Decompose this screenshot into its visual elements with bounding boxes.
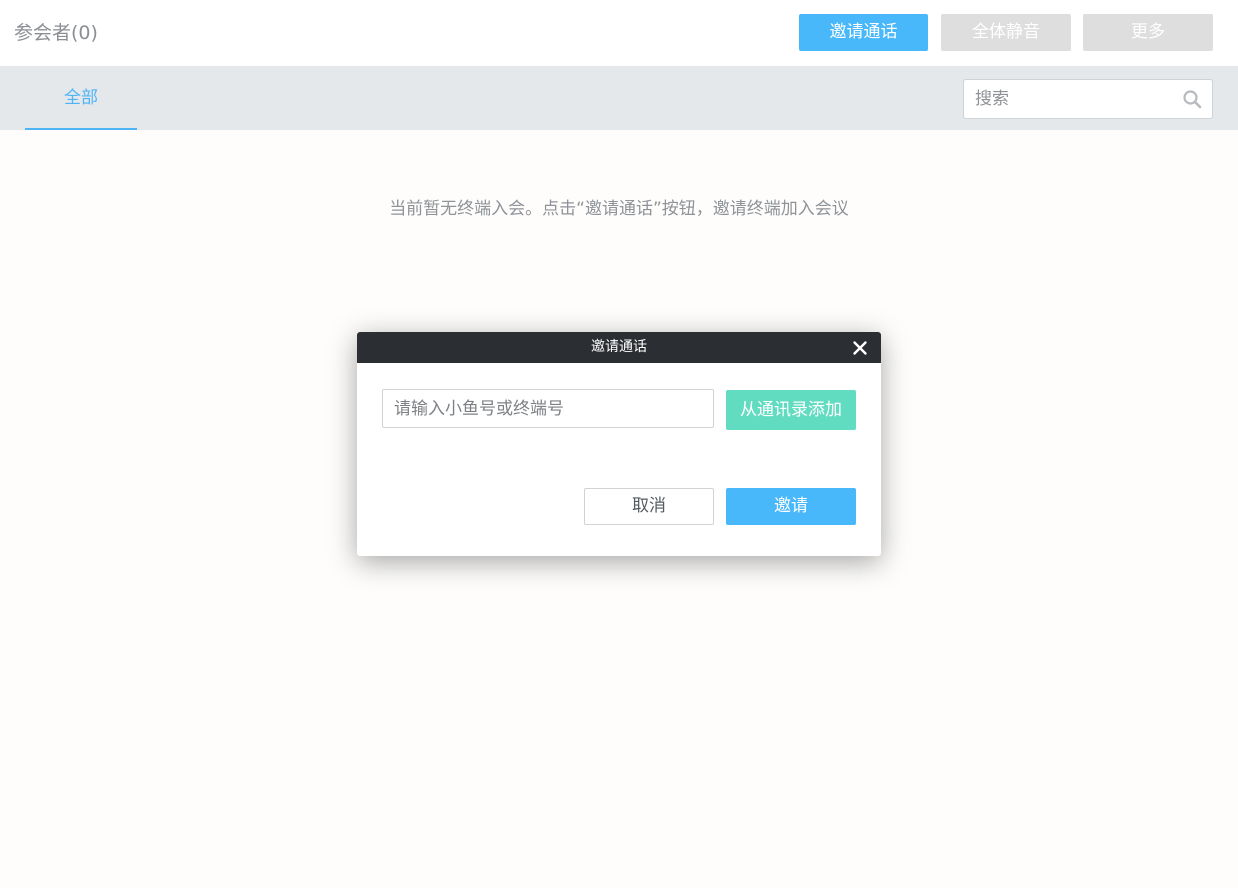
tab-all[interactable]: 全部 [25, 66, 137, 130]
dialog-header: 邀请通话 [357, 332, 881, 363]
participants-header: 参会者(0) 邀请通话 全体静音 更多 [0, 0, 1238, 66]
mute-all-button[interactable]: 全体静音 [941, 14, 1071, 51]
tab-bar: 全部 [0, 66, 1238, 130]
terminal-number-input[interactable] [383, 390, 713, 427]
search-box[interactable] [963, 79, 1213, 119]
search-icon[interactable] [1182, 89, 1202, 109]
dialog-title: 邀请通话 [591, 339, 647, 355]
close-icon[interactable] [851, 339, 869, 357]
invite-call-button[interactable]: 邀请通话 [799, 14, 928, 51]
invite-button[interactable]: 邀请 [726, 488, 856, 525]
invite-call-dialog: 邀请通话 从通讯录添加 取消 邀请 [357, 332, 881, 556]
empty-participants-hint: 当前暂无终端入会。点击“邀请通话”按钮，邀请终端加入会议 [389, 199, 849, 219]
participants-title: 参会者(0) [14, 22, 98, 44]
terminal-number-field[interactable] [382, 389, 714, 428]
cancel-button[interactable]: 取消 [584, 488, 714, 525]
search-input[interactable] [964, 80, 1174, 118]
add-from-contacts-button[interactable]: 从通讯录添加 [726, 390, 856, 430]
more-button[interactable]: 更多 [1083, 14, 1213, 51]
